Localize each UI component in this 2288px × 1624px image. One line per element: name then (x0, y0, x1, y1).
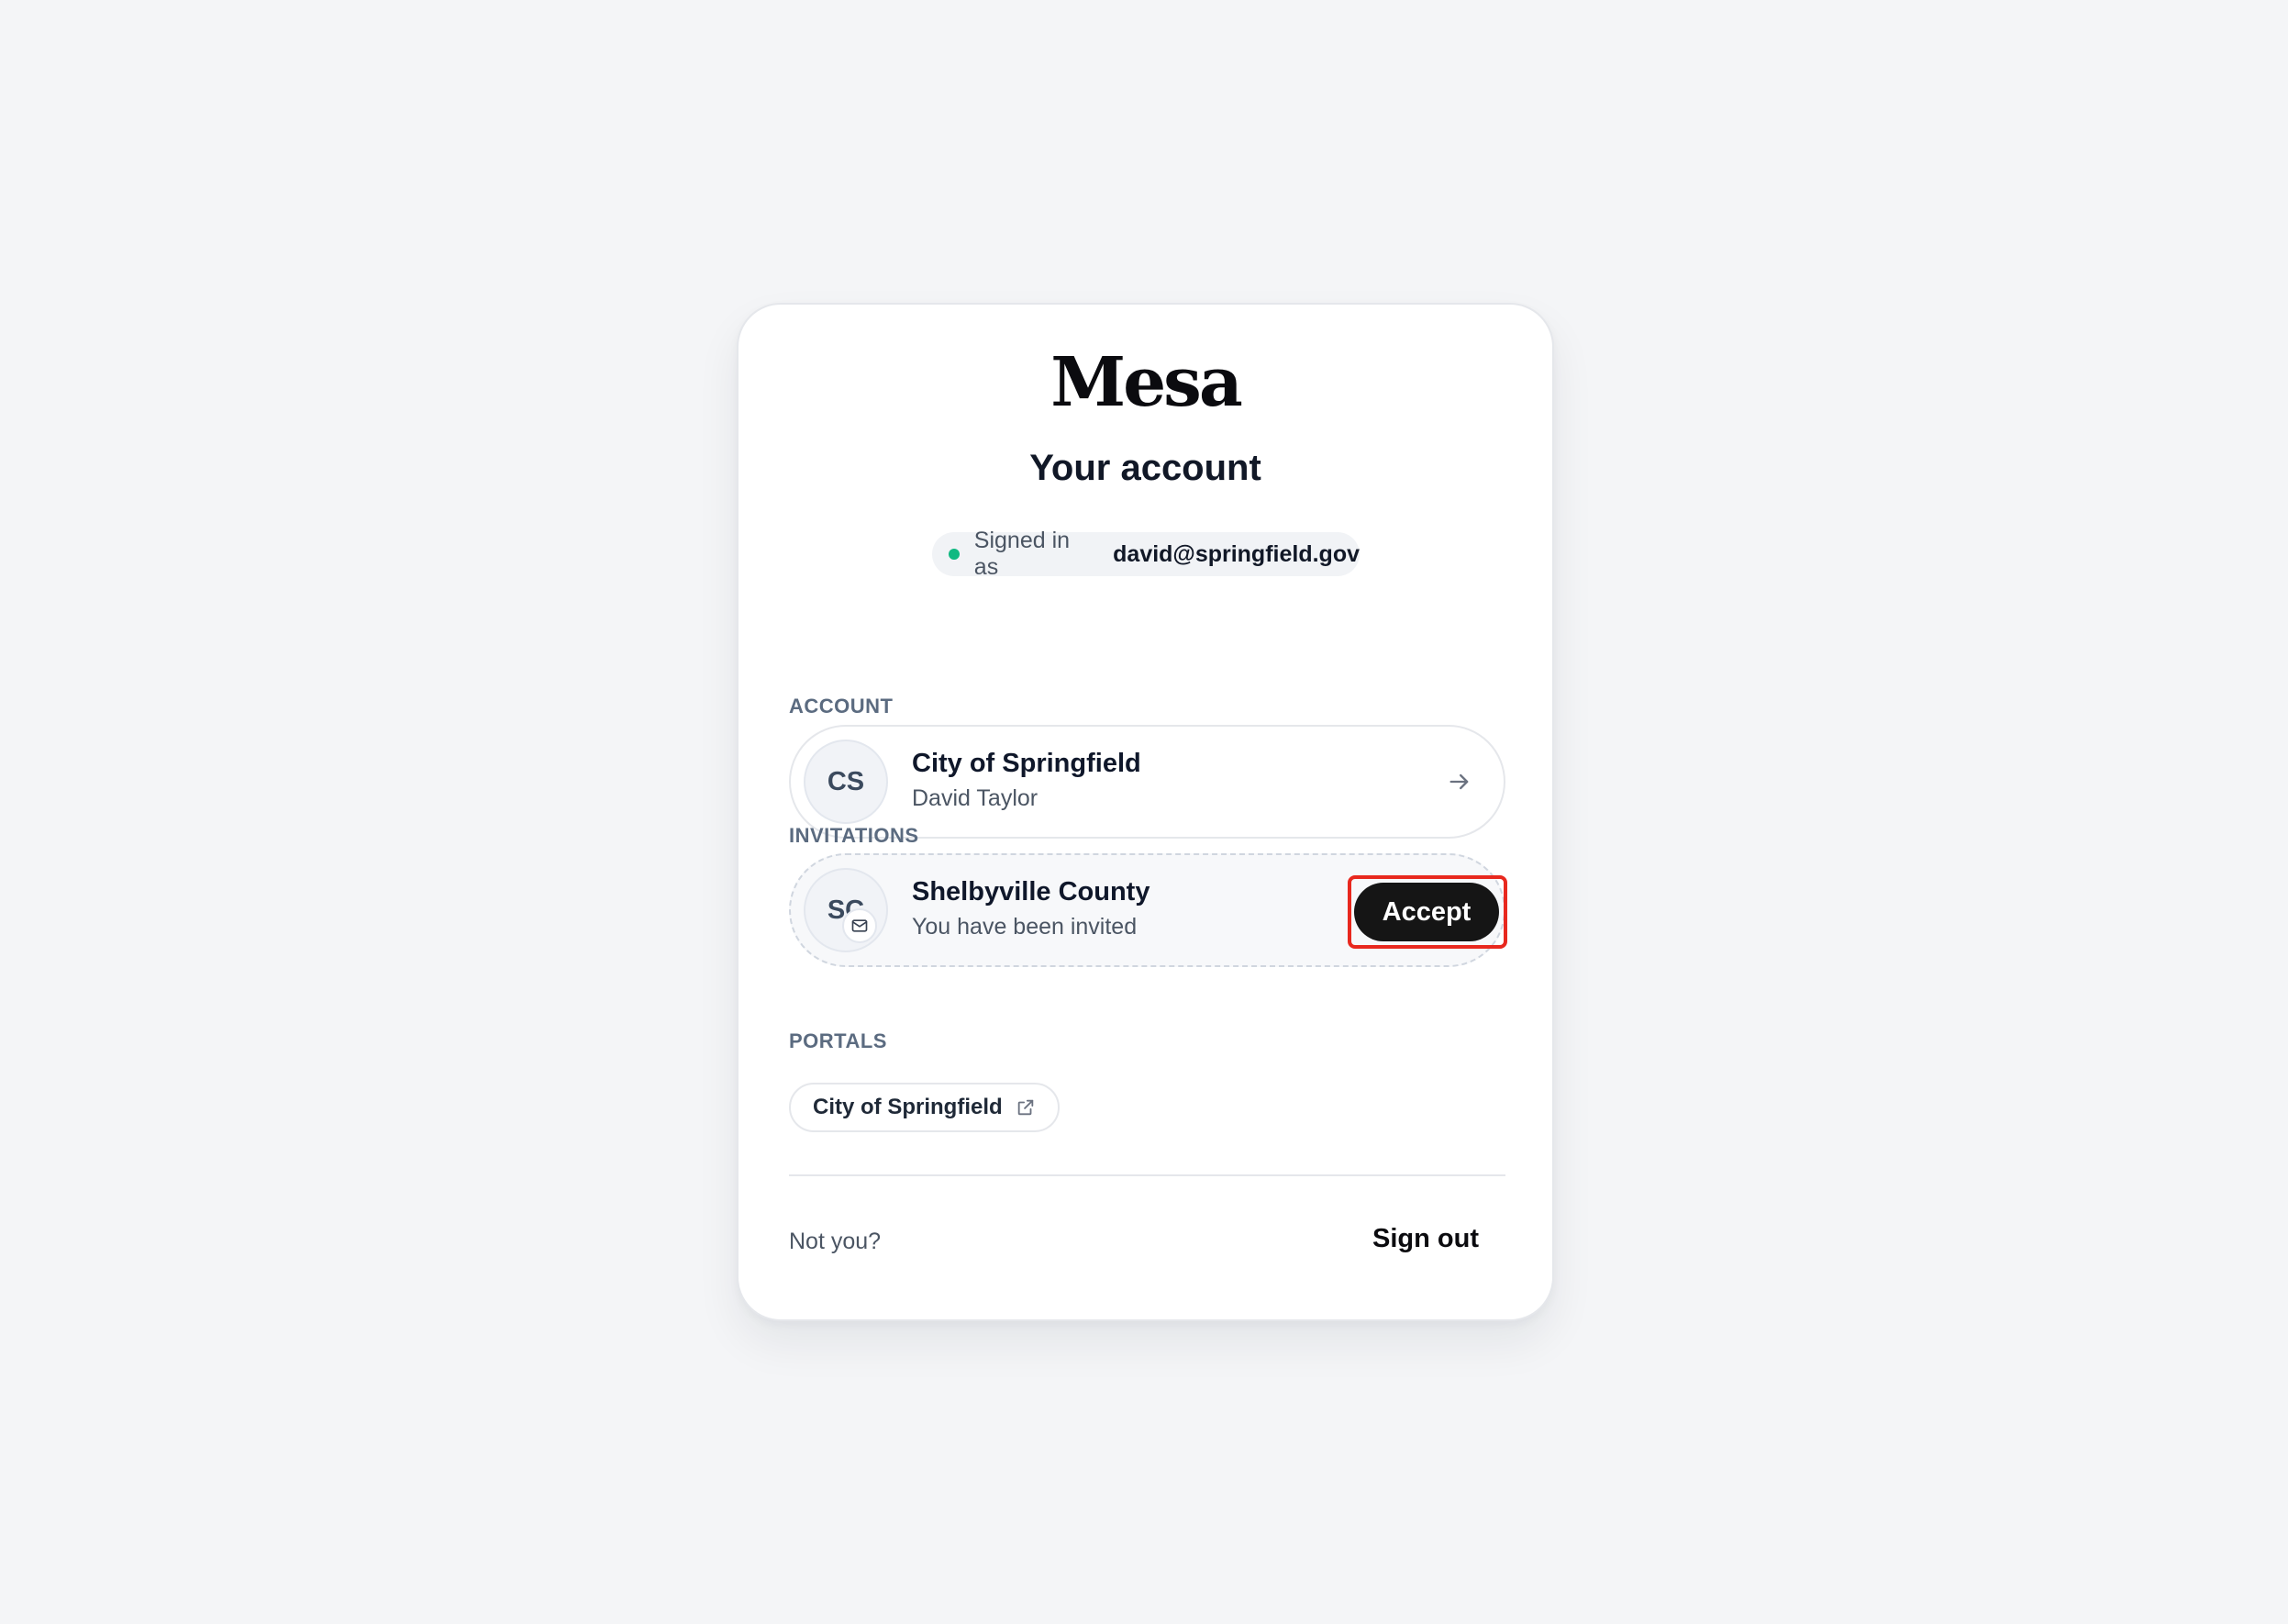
footer-divider (789, 1174, 1505, 1176)
mail-badge (842, 908, 877, 943)
page-title: Your account (1029, 448, 1261, 488)
mesa-logo: Mesa (1050, 343, 1243, 422)
online-status-icon (949, 549, 960, 560)
account-card: Mesa Your account Signed in as david@spr… (737, 303, 1554, 1321)
account-name: City of Springfield (912, 749, 1141, 778)
portal-name: City of Springfield (813, 1095, 1003, 1119)
invitation-status: You have been invited (912, 914, 1138, 940)
sign-out-button[interactable]: Sign out (1372, 1224, 1479, 1254)
invitation-row-shelbyville-county: SC Shelbyville County You have been invi… (789, 853, 1507, 967)
portals-section-label: PORTALS (789, 1029, 887, 1052)
arrow-right-icon (1449, 773, 1469, 790)
accept-invitation-button[interactable]: Accept (1354, 883, 1499, 941)
mail-icon (851, 919, 868, 932)
account-row-city-of-springfield[interactable]: CS City of Springfield David Taylor (789, 725, 1505, 839)
portal-link-city-of-springfield[interactable]: City of Springfield (789, 1083, 1060, 1132)
signed-in-email: david@springfield.gov (1113, 540, 1360, 567)
signed-in-badge: Signed in as david@springfield.gov (932, 528, 1360, 580)
invitation-avatar: SC (804, 868, 888, 952)
invitation-org-name: Shelbyville County (912, 877, 1150, 907)
invitations-section-label: INVITATIONS (789, 824, 919, 847)
external-link-icon (1017, 1099, 1033, 1116)
account-avatar: CS (804, 740, 888, 824)
account-user-name: David Taylor (912, 785, 1038, 811)
signed-in-label: Signed in as (973, 528, 1071, 580)
account-section-label: ACCOUNT (789, 695, 894, 717)
not-you-text: Not you? (789, 1229, 882, 1254)
